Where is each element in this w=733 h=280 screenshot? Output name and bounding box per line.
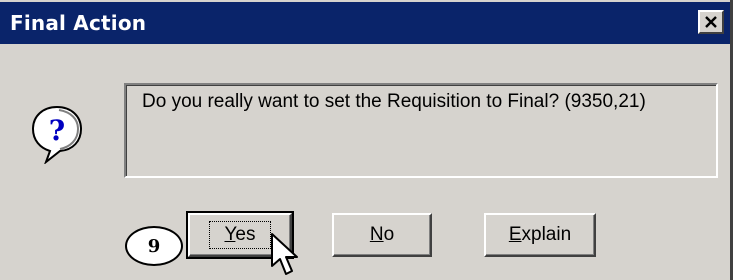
close-button[interactable] [698, 10, 724, 34]
mouse-pointer-icon [271, 233, 298, 275]
svg-text:?: ? [49, 114, 65, 147]
yes-label-rest: es [235, 224, 256, 245]
explain-mnemonic: E [508, 224, 522, 245]
explain-button[interactable]: Explain [484, 213, 596, 257]
explain-label-rest: xplain [521, 224, 572, 245]
message-text: Do you really want to set the Requisitio… [142, 91, 646, 112]
yes-focus-rect: Yes [209, 221, 271, 249]
no-label-rest: o [383, 224, 395, 245]
title-bar[interactable]: Final Action [0, 2, 730, 44]
close-icon [705, 16, 717, 28]
message-box: Do you really want to set the Requisitio… [124, 83, 718, 178]
final-action-dialog: Final Action ? Do you really want to set… [0, 0, 733, 280]
question-balloon-icon: ? [31, 105, 83, 164]
dialog-title: Final Action [10, 11, 147, 35]
no-button[interactable]: No [332, 213, 432, 257]
yes-mnemonic: Y [224, 224, 236, 245]
no-mnemonic: N [369, 224, 384, 245]
step-number-badge: 9 [125, 226, 183, 266]
